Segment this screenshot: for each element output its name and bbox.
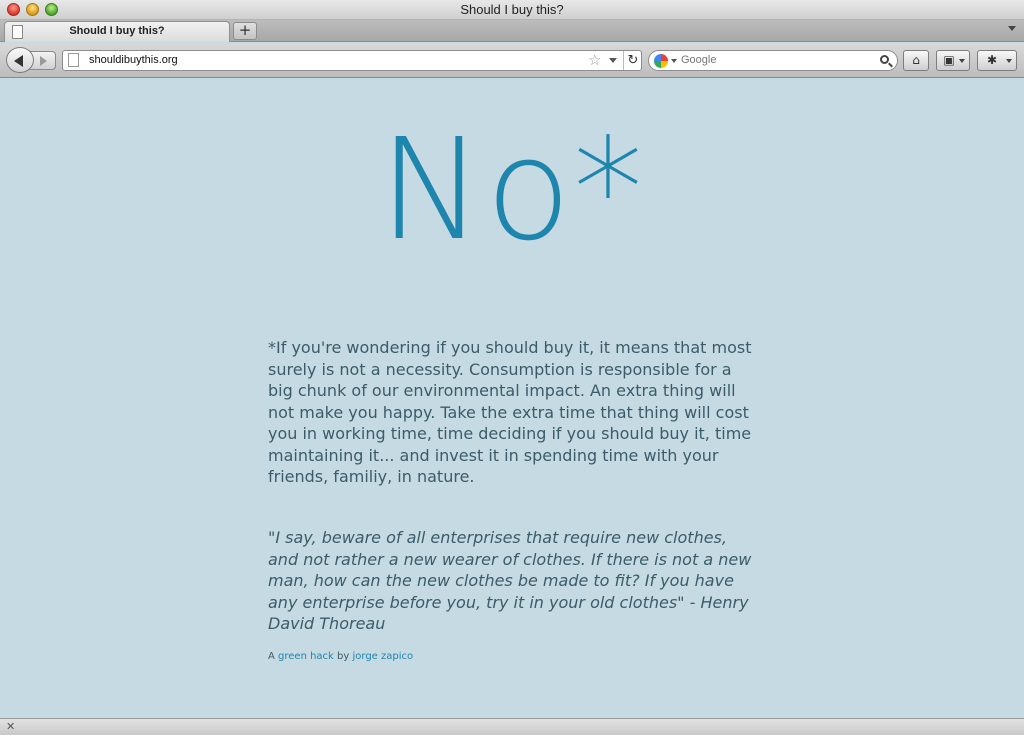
new-tab-button[interactable]: + bbox=[233, 22, 257, 40]
url-text[interactable]: shouldibuythis.org bbox=[89, 54, 178, 66]
search-input[interactable]: Google bbox=[681, 54, 716, 66]
tab-bar: Should I buy this? + bbox=[0, 20, 1024, 42]
credit-prefix: A bbox=[268, 651, 275, 662]
author-link[interactable]: jorge zapico bbox=[353, 651, 414, 662]
green-hack-link[interactable]: green hack bbox=[278, 651, 334, 662]
reload-icon[interactable]: ↻ bbox=[623, 51, 642, 70]
address-bar[interactable]: shouldibuythis.org ☆ ↻ bbox=[62, 50, 642, 71]
google-icon[interactable] bbox=[654, 54, 668, 68]
page-icon bbox=[68, 53, 79, 67]
explanation-text: *If you're wondering if you should buy i… bbox=[268, 338, 752, 486]
tab-should-i-buy-this[interactable]: Should I buy this? bbox=[4, 21, 230, 42]
window-title: Should I buy this? bbox=[460, 2, 564, 17]
history-dropdown-icon[interactable] bbox=[609, 58, 617, 63]
bookmarks-button[interactable]: ▣ bbox=[936, 50, 970, 71]
credit-middle: by bbox=[337, 651, 350, 662]
credit-line: A green hack by jorge zapico bbox=[268, 651, 413, 662]
tab-list-dropdown-icon[interactable] bbox=[1008, 26, 1016, 31]
tab-title: Should I buy this? bbox=[69, 25, 165, 37]
window-titlebar: Should I buy this? bbox=[0, 0, 1024, 20]
page-content: No* *If you're wondering if you should b… bbox=[0, 79, 1024, 718]
search-engine-dropdown-icon[interactable] bbox=[671, 59, 677, 63]
chevron-down-icon bbox=[959, 59, 965, 63]
puzzle-icon: ✱ bbox=[986, 53, 998, 67]
navigation-toolbar: shouldibuythis.org ☆ ↻ Google ⌂ ▣ ✱ bbox=[0, 43, 1024, 78]
bookmark-star-icon[interactable]: ☆ bbox=[588, 51, 601, 70]
chevron-down-icon bbox=[1006, 59, 1012, 63]
thoreau-quote: "I say, beware of all enterprises that r… bbox=[268, 528, 752, 633]
headline: No* bbox=[378, 109, 646, 272]
tools-button[interactable]: ✱ bbox=[977, 50, 1017, 71]
home-icon: ⌂ bbox=[912, 53, 920, 67]
close-icon[interactable]: ✕ bbox=[6, 720, 15, 734]
search-icon[interactable] bbox=[880, 55, 889, 64]
home-button[interactable]: ⌂ bbox=[903, 50, 929, 71]
bookmarks-icon: ▣ bbox=[943, 53, 955, 67]
back-button[interactable] bbox=[6, 47, 34, 73]
search-bar[interactable]: Google bbox=[648, 50, 898, 71]
status-bar: ✕ bbox=[0, 718, 1024, 735]
